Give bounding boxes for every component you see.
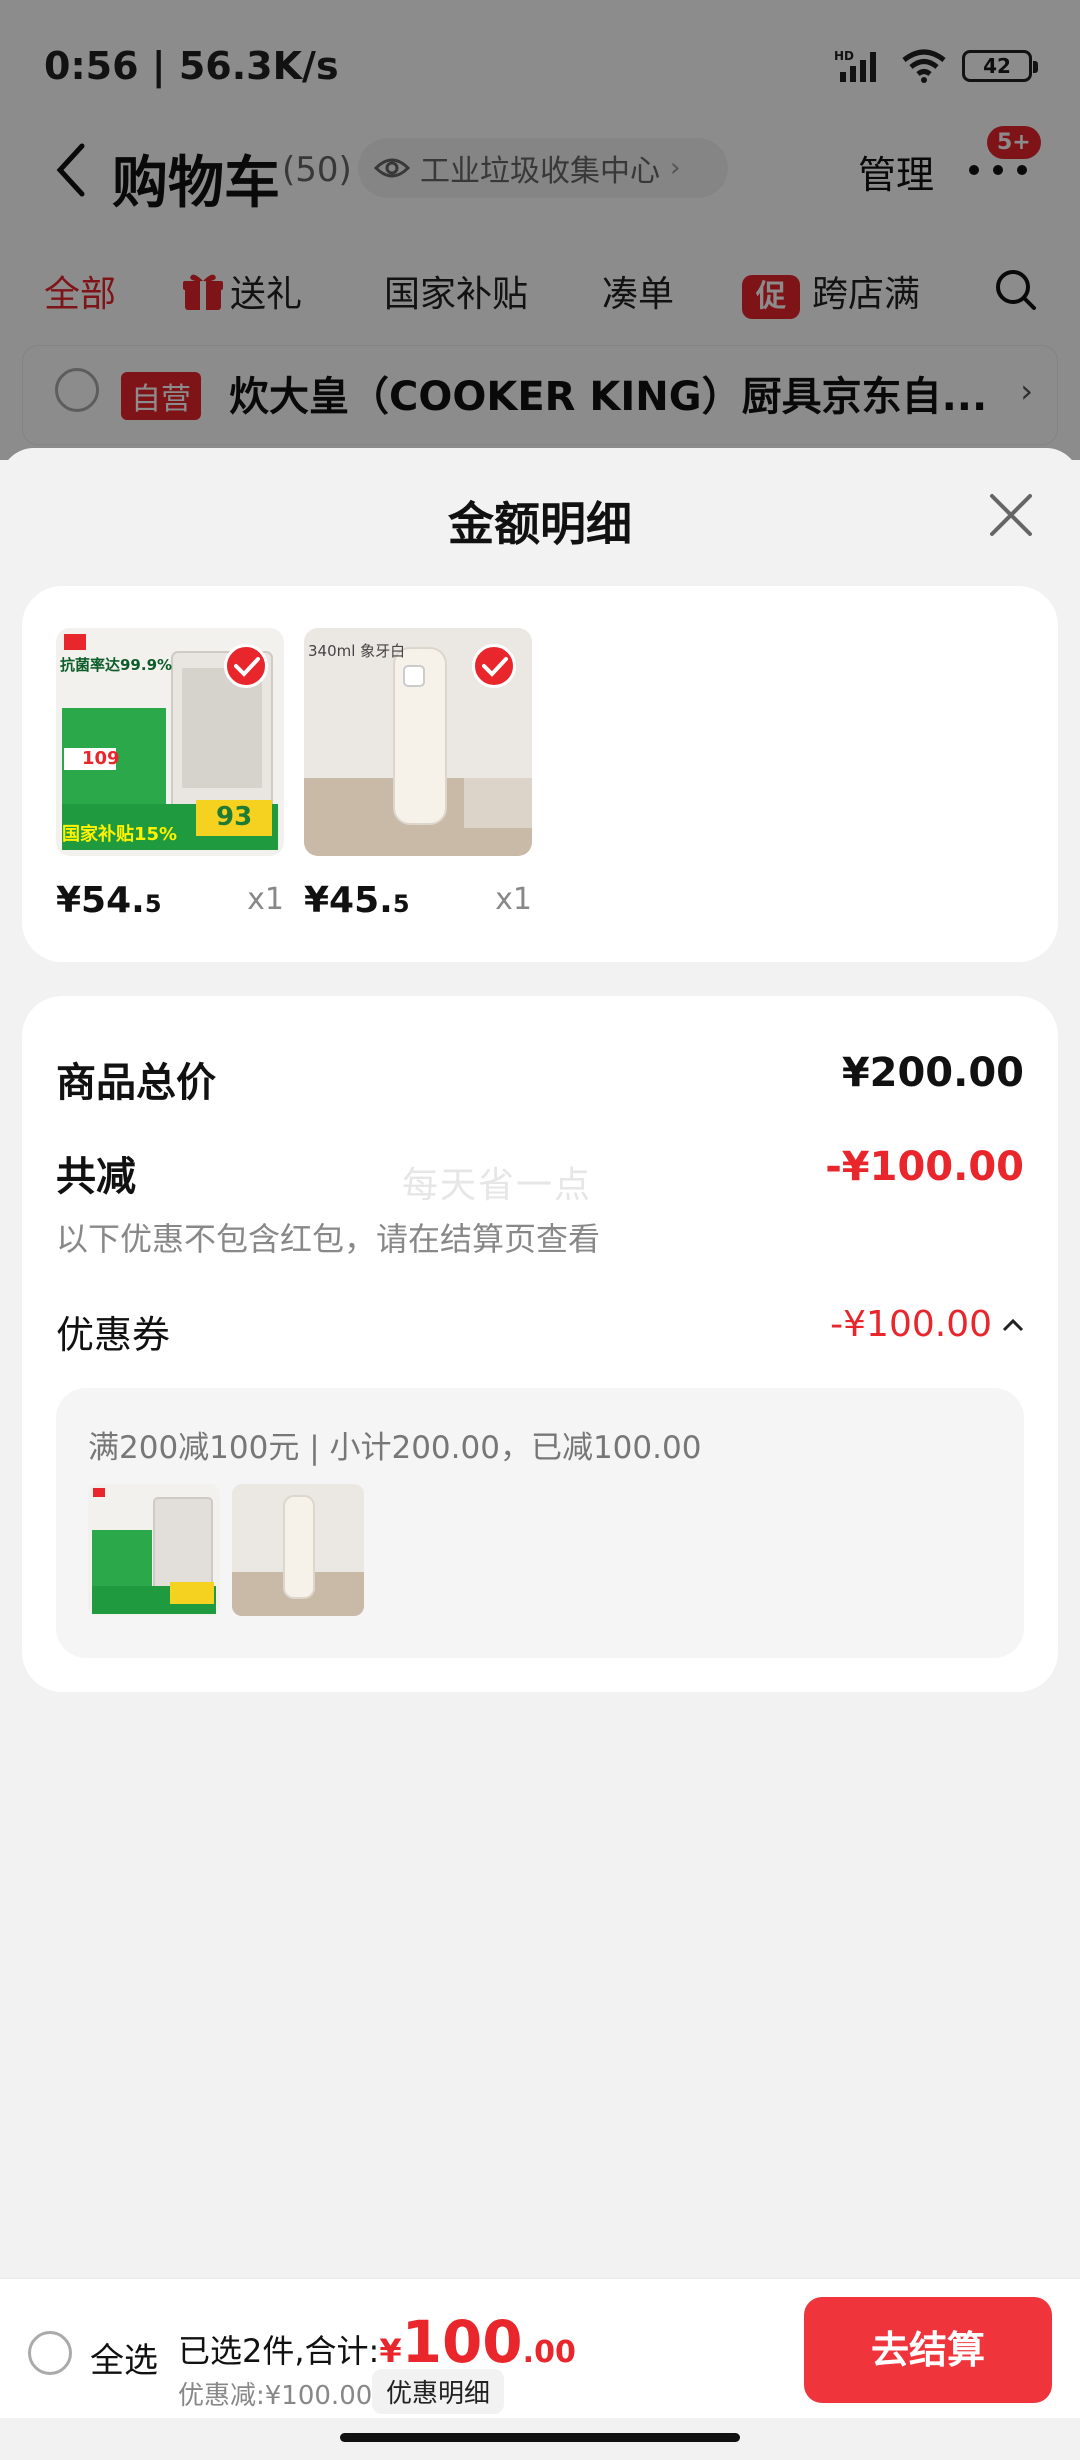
total-price-label: 商品总价 [56, 1060, 216, 1106]
checkout-bar: 全选 已选2件,合计: ¥ 100 .00 优惠减:¥100.00 优惠明细 去… [0, 2278, 1080, 2418]
total-reduction-label: 共减 [56, 1154, 136, 1200]
dim-overlay[interactable] [0, 0, 1080, 460]
reduction-note: 以下优惠不包含红包，请在结算页查看 [56, 1220, 601, 1258]
product-qty: x1 [247, 882, 284, 917]
product-item[interactable]: 340ml 象牙白 ¥45.5 x1 [304, 628, 532, 921]
product-item[interactable]: 抗菌率达99.9% 109 国家补贴15% 93 ¥54.5 x1 [56, 628, 284, 921]
coupon-value: -¥100.00 [830, 1304, 992, 1345]
total-currency: ¥ [379, 2332, 402, 2370]
thumb-price: 109 [82, 748, 120, 769]
selected-summary: 已选2件,合计: ¥ 100 .00 [178, 2313, 576, 2372]
coupon-product-thumbnail [232, 1484, 364, 1616]
selected-items-card: 抗菌率达99.9% 109 国家补贴15% 93 ¥54.5 x1 340ml … [22, 586, 1058, 962]
checkmark-icon [224, 644, 268, 688]
total-price-value: ¥200.00 [841, 1050, 1024, 1096]
coupon-detail-box: 满200减100元 | 小计200.00，已减100.00 [56, 1388, 1024, 1658]
select-all-radio[interactable] [28, 2331, 72, 2375]
select-all-label[interactable]: 全选 [90, 2333, 158, 2382]
product-price: ¥45.5 [304, 880, 410, 921]
total-amount-decimal: .00 [522, 2335, 576, 2370]
amount-detail-sheet: 金额明细 抗菌率达99.9% 109 国家补贴15% 93 ¥54.5 x1 3… [0, 448, 1080, 2460]
thumb-banner: 国家补贴15% [62, 824, 178, 845]
coupon-product-thumbnail [88, 1484, 220, 1616]
price-breakdown-card: 商品总价 ¥200.00 每天省一点 共减 -¥100.00 以下优惠不包含红包… [22, 996, 1058, 1692]
chevron-up-icon [1002, 1318, 1024, 1331]
product-thumbnail: 抗菌率达99.9% 109 国家补贴15% 93 [56, 628, 284, 856]
thumb-caption: 抗菌率达99.9% [60, 656, 173, 674]
selected-count-text: 已选2件,合计: [178, 2332, 380, 2370]
home-indicator[interactable] [340, 2433, 740, 2442]
discount-detail-button[interactable]: 优惠明细 [372, 2369, 505, 2414]
thumb-caption: 340ml 象牙白 [308, 642, 406, 660]
discount-summary: 优惠减:¥100.00 [178, 2381, 373, 2411]
close-icon[interactable] [986, 490, 1036, 540]
watermark-text: 每天省一点 [402, 1165, 593, 1206]
coupon-label: 优惠券 [56, 1313, 171, 1357]
product-thumbnail: 340ml 象牙白 [304, 628, 532, 856]
total-amount: 100 [401, 2308, 523, 2376]
checkout-button[interactable]: 去结算 [804, 2297, 1052, 2403]
product-qty: x1 [495, 882, 532, 917]
thumb-deal: 93 [216, 802, 253, 832]
coupon-description: 满200减100元 | 小计200.00，已减100.00 [88, 1430, 702, 1466]
total-reduction-value: -¥100.00 [825, 1144, 1024, 1190]
sheet-title: 金额明细 [448, 497, 632, 551]
product-price: ¥54.5 [56, 880, 162, 921]
coupon-toggle[interactable]: -¥100.00 [830, 1304, 1024, 1345]
checkmark-icon [472, 644, 516, 688]
